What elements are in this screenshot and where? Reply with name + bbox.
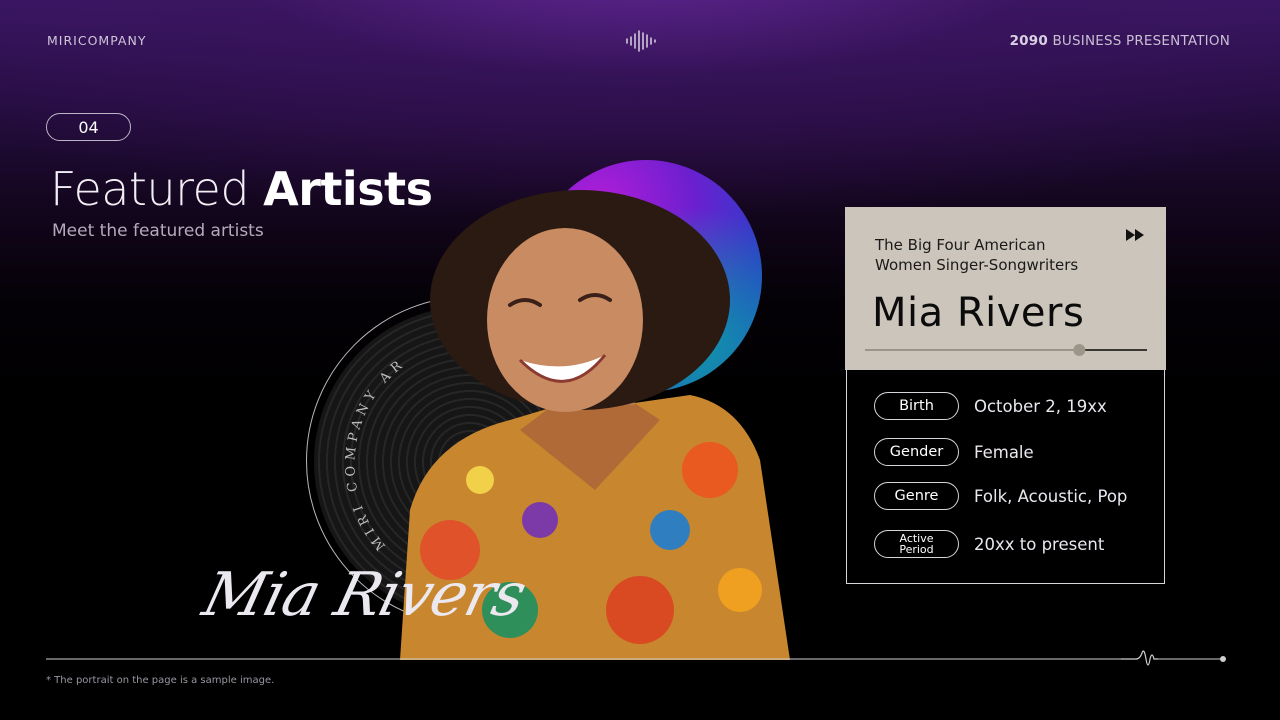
info-row-active-period: Active Period 20xx to present xyxy=(874,530,1104,558)
artist-card-subtitle: The Big Four American Women Singer-Songw… xyxy=(875,235,1105,275)
page-subtitle: Meet the featured artists xyxy=(52,221,264,241)
section-number-badge: 04 xyxy=(46,113,131,141)
genre-value: Folk, Acoustic, Pop xyxy=(974,486,1128,506)
gender-label: Gender xyxy=(874,438,959,466)
artist-signature: Mia Rivers xyxy=(196,560,533,630)
sound-wave-icon xyxy=(626,30,656,52)
artist-card-subtitle-line2: Women Singer-Songwriters xyxy=(875,256,1079,274)
footer-wave-line xyxy=(46,650,1226,666)
info-row-genre: Genre Folk, Acoustic, Pop xyxy=(874,482,1127,510)
info-row-gender: Gender Female xyxy=(874,438,1034,466)
presentation-label: 2090 BUSINESS PRESENTATION xyxy=(1010,33,1230,49)
presentation-title: BUSINESS PRESENTATION xyxy=(1052,33,1230,49)
artist-info-panel: Birth October 2, 19xx Gender Female Genr… xyxy=(846,370,1165,584)
info-row-birth: Birth October 2, 19xx xyxy=(874,392,1107,420)
gender-value: Female xyxy=(974,442,1034,462)
birth-label: Birth xyxy=(874,392,959,420)
presentation-year: 2090 xyxy=(1009,33,1048,49)
artist-name: Mia Rivers xyxy=(872,290,1085,336)
birth-value: October 2, 19xx xyxy=(974,396,1107,416)
active-period-label: Active Period xyxy=(874,530,959,558)
fast-forward-icon[interactable] xyxy=(1124,227,1146,243)
playback-progress-bar[interactable] xyxy=(865,343,1147,357)
artist-card-header: The Big Four American Women Singer-Songw… xyxy=(845,207,1166,370)
company-name: MIRICOMPANY xyxy=(47,33,147,48)
active-period-label-line2: Period xyxy=(899,543,934,556)
progress-knob[interactable] xyxy=(1073,344,1086,356)
page-title-light: Featured xyxy=(50,162,250,216)
genre-label: Genre xyxy=(874,482,959,510)
artist-card-subtitle-line1: The Big Four American xyxy=(875,236,1046,254)
page-title: Featured Artists xyxy=(50,162,433,216)
footnote: * The portrait on the page is a sample i… xyxy=(46,675,275,686)
active-period-value: 20xx to present xyxy=(974,534,1105,554)
